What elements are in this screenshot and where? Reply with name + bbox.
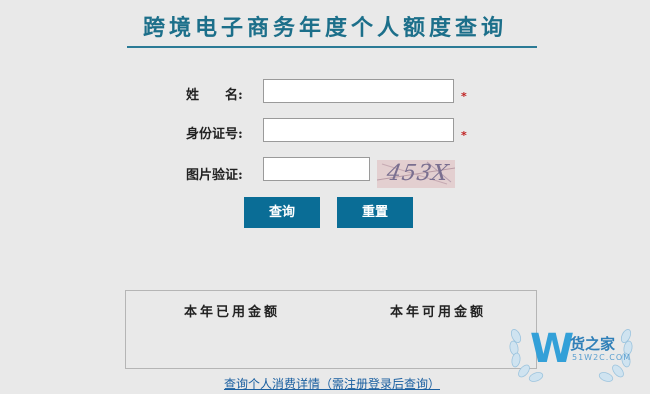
captcha-text: 453X bbox=[384, 161, 451, 186]
captcha-image[interactable]: 453X bbox=[377, 160, 455, 188]
id-number-input[interactable] bbox=[263, 118, 454, 142]
captcha-input[interactable] bbox=[263, 157, 370, 181]
used-amount-label: 本年已用金额 bbox=[184, 305, 281, 320]
captcha-label: 图片验证: bbox=[186, 168, 243, 183]
watermark-name: 货之家 bbox=[570, 335, 616, 353]
id-number-required-mark: * bbox=[461, 129, 467, 142]
watermark-url: 51W2C.COM bbox=[572, 353, 632, 362]
name-input[interactable] bbox=[263, 79, 454, 103]
available-amount-label: 本年可用金额 bbox=[390, 305, 487, 320]
page: 跨境电子商务年度个人额度查询 姓 名: * 身份证号: * 图片验证: 453X… bbox=[0, 0, 650, 394]
id-number-label: 身份证号: bbox=[186, 127, 243, 142]
name-required-mark: * bbox=[461, 90, 467, 103]
page-title: 跨境电子商务年度个人额度查询 bbox=[142, 15, 507, 41]
title-divider bbox=[127, 46, 537, 48]
reset-button[interactable]: 重置 bbox=[337, 197, 413, 228]
name-label: 姓 名: bbox=[186, 88, 243, 103]
watermark-letter: W bbox=[530, 326, 575, 372]
result-panel: 本年已用金额 本年可用金额 bbox=[125, 290, 537, 369]
watermark-logo: W 货之家 51W2C.COM bbox=[506, 318, 636, 384]
query-button[interactable]: 查询 bbox=[244, 197, 320, 228]
